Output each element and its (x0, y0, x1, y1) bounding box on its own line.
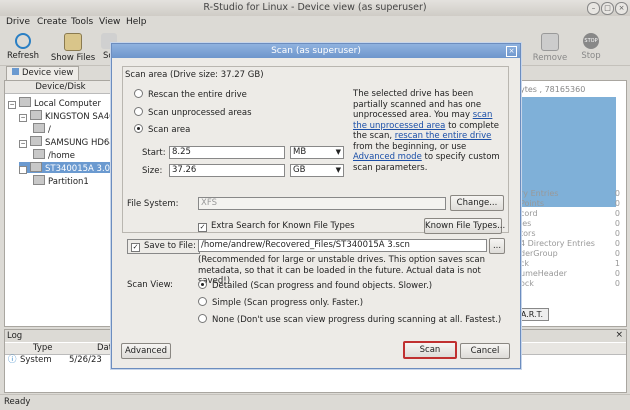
file-system-input[interactable]: XFS (198, 197, 446, 210)
property-row: ry Entries 0 (520, 189, 620, 198)
checkbox-checked-icon: ✓ (131, 243, 140, 252)
menu-bar: Drive Create Tools View Help (0, 16, 630, 30)
property-row: ies 0 (520, 219, 620, 228)
radio-selected-icon (134, 124, 143, 133)
radio-selected-icon (198, 280, 207, 289)
save-to-file-checkbox[interactable]: ✓ Save to File: (127, 239, 200, 254)
menu-drive[interactable]: Drive (6, 17, 30, 27)
property-row: tors 0 (520, 229, 620, 238)
radio-icon (134, 107, 143, 116)
close-icon[interactable]: × (615, 2, 628, 15)
tree-node-kingston[interactable]: − KINGSTON SA400 (19, 110, 120, 122)
scan-view-label: Scan View: (127, 280, 173, 290)
property-row: Points 0 (520, 199, 620, 208)
property-row: cord 0 (520, 209, 620, 218)
start-label: Start: (142, 148, 166, 158)
radio-icon (198, 297, 207, 306)
refresh-button[interactable]: Refresh (6, 33, 40, 61)
radio-view-simple[interactable]: Simple (Scan progress only. Faster.) (198, 297, 363, 308)
advanced-mode-link[interactable]: Advanced mode (353, 152, 422, 162)
dropdown-arrow-icon: ▼ (335, 148, 341, 156)
start-input[interactable]: 8.25 (169, 146, 285, 159)
menu-create[interactable]: Create (37, 17, 67, 27)
disk-icon (30, 162, 42, 172)
close-icon[interactable]: × (506, 46, 517, 57)
menu-help[interactable]: Help (126, 17, 147, 27)
start-unit-select[interactable]: MB ▼ (290, 146, 344, 159)
size-unit-select[interactable]: GB ▼ (290, 164, 344, 177)
partition-icon (33, 175, 45, 185)
show-files-icon (64, 33, 82, 51)
remove-button[interactable]: Remove (532, 33, 568, 63)
show-files-button[interactable]: Show Files (50, 33, 96, 63)
radio-scan-area[interactable]: Scan area (134, 124, 190, 135)
menu-view[interactable]: View (99, 17, 120, 27)
partition-icon (33, 123, 45, 133)
radio-rescan-entire[interactable]: Rescan the entire drive (134, 89, 247, 100)
size-label: Size: (142, 166, 163, 176)
scan-button[interactable]: Scan (403, 341, 457, 359)
change-button[interactable]: Change... (450, 195, 504, 211)
property-row: 4 Directory Entries 0 (520, 239, 620, 248)
dialog-title: Scan (as superuser) × (112, 44, 520, 58)
status-bar: Ready (0, 394, 630, 410)
tree-header: Device/Disk (5, 81, 116, 94)
radio-icon (198, 314, 207, 323)
drive-size-text: ytes , 78165360 (520, 85, 586, 94)
property-row: ock 0 (520, 279, 620, 288)
maximize-icon[interactable]: □ (601, 2, 614, 15)
known-file-types-button[interactable]: Known File Types... (424, 218, 505, 234)
cancel-button[interactable]: Cancel (460, 343, 510, 359)
file-system-label: File System: (127, 199, 179, 209)
log-col-type[interactable]: Type (33, 343, 53, 354)
property-row: ck 1 (520, 259, 620, 268)
device-view-icon (12, 68, 19, 75)
disk-icon (30, 110, 42, 120)
browse-button[interactable]: ... (489, 238, 505, 254)
collapse-icon[interactable]: − (19, 114, 27, 122)
collapse-icon[interactable]: − (19, 140, 27, 148)
tree-node-root[interactable]: / (33, 123, 51, 135)
window-title: R-Studio for Linux - Device view (as sup… (203, 2, 427, 13)
info-icon: ⓘ (8, 355, 17, 365)
close-log-icon[interactable]: × (615, 330, 623, 340)
advanced-button[interactable]: Advanced (121, 343, 171, 359)
property-row: derGroup 0 (520, 249, 620, 258)
tree-node-local-computer[interactable]: − Local Computer (8, 97, 101, 109)
radio-icon (134, 89, 143, 98)
rescan-entire-link[interactable]: rescan the entire drive (395, 131, 492, 141)
tab-device-view[interactable]: Device view (6, 66, 80, 80)
dropdown-arrow-icon: ▼ (335, 166, 341, 174)
stop-icon: STOP (583, 33, 599, 49)
radio-view-detailed[interactable]: Detailed (Scan progress and found object… (198, 280, 432, 291)
scan-dialog: Scan (as superuser) × Scan area (Drive s… (111, 43, 521, 369)
tree-node-partition1[interactable]: Partition1 (33, 175, 89, 187)
menu-tools[interactable]: Tools (71, 17, 93, 27)
refresh-icon (15, 33, 31, 49)
disk-icon (30, 136, 42, 146)
tree-node-home[interactable]: /home (33, 149, 75, 161)
radio-scan-unprocessed[interactable]: Scan unprocessed areas (134, 107, 252, 118)
property-row: umeHeader 0 (520, 269, 620, 278)
collapse-icon[interactable]: − (8, 101, 16, 109)
size-input[interactable]: 37.26 (169, 164, 285, 177)
minimize-icon[interactable]: – (587, 2, 600, 15)
scan-info-text: The selected drive has been partially sc… (353, 89, 500, 173)
extra-search-checkbox[interactable]: ✓ Extra Search for Known File Types (198, 221, 355, 232)
properties-panel: ytes , 78165360 ry Entries 0 Points 0 cord… (515, 80, 627, 327)
window-title-bar: R-Studio for Linux - Device view (as sup… (0, 0, 630, 17)
partition-icon (33, 149, 45, 159)
stop-button[interactable]: STOP Stop (578, 33, 604, 61)
tree-node-st340015a[interactable]: − ST340015A 3.01 (19, 162, 115, 174)
tree-node-samsung[interactable]: − SAMSUNG HD642 (19, 136, 120, 148)
radio-view-none[interactable]: None (Don't use scan view progress durin… (198, 314, 501, 325)
collapse-icon[interactable]: − (19, 166, 27, 174)
computer-icon (19, 97, 31, 107)
save-path-input[interactable]: /home/andrew/Recovered_Files/ST340015A 3… (198, 239, 487, 252)
device-tree: Device/Disk − Local Computer − KINGSTON SA… (4, 80, 120, 327)
scan-area-label: Scan area (Drive size: 37.27 GB) (123, 70, 266, 80)
remove-icon (541, 33, 559, 51)
checkbox-checked-icon: ✓ (198, 223, 207, 232)
